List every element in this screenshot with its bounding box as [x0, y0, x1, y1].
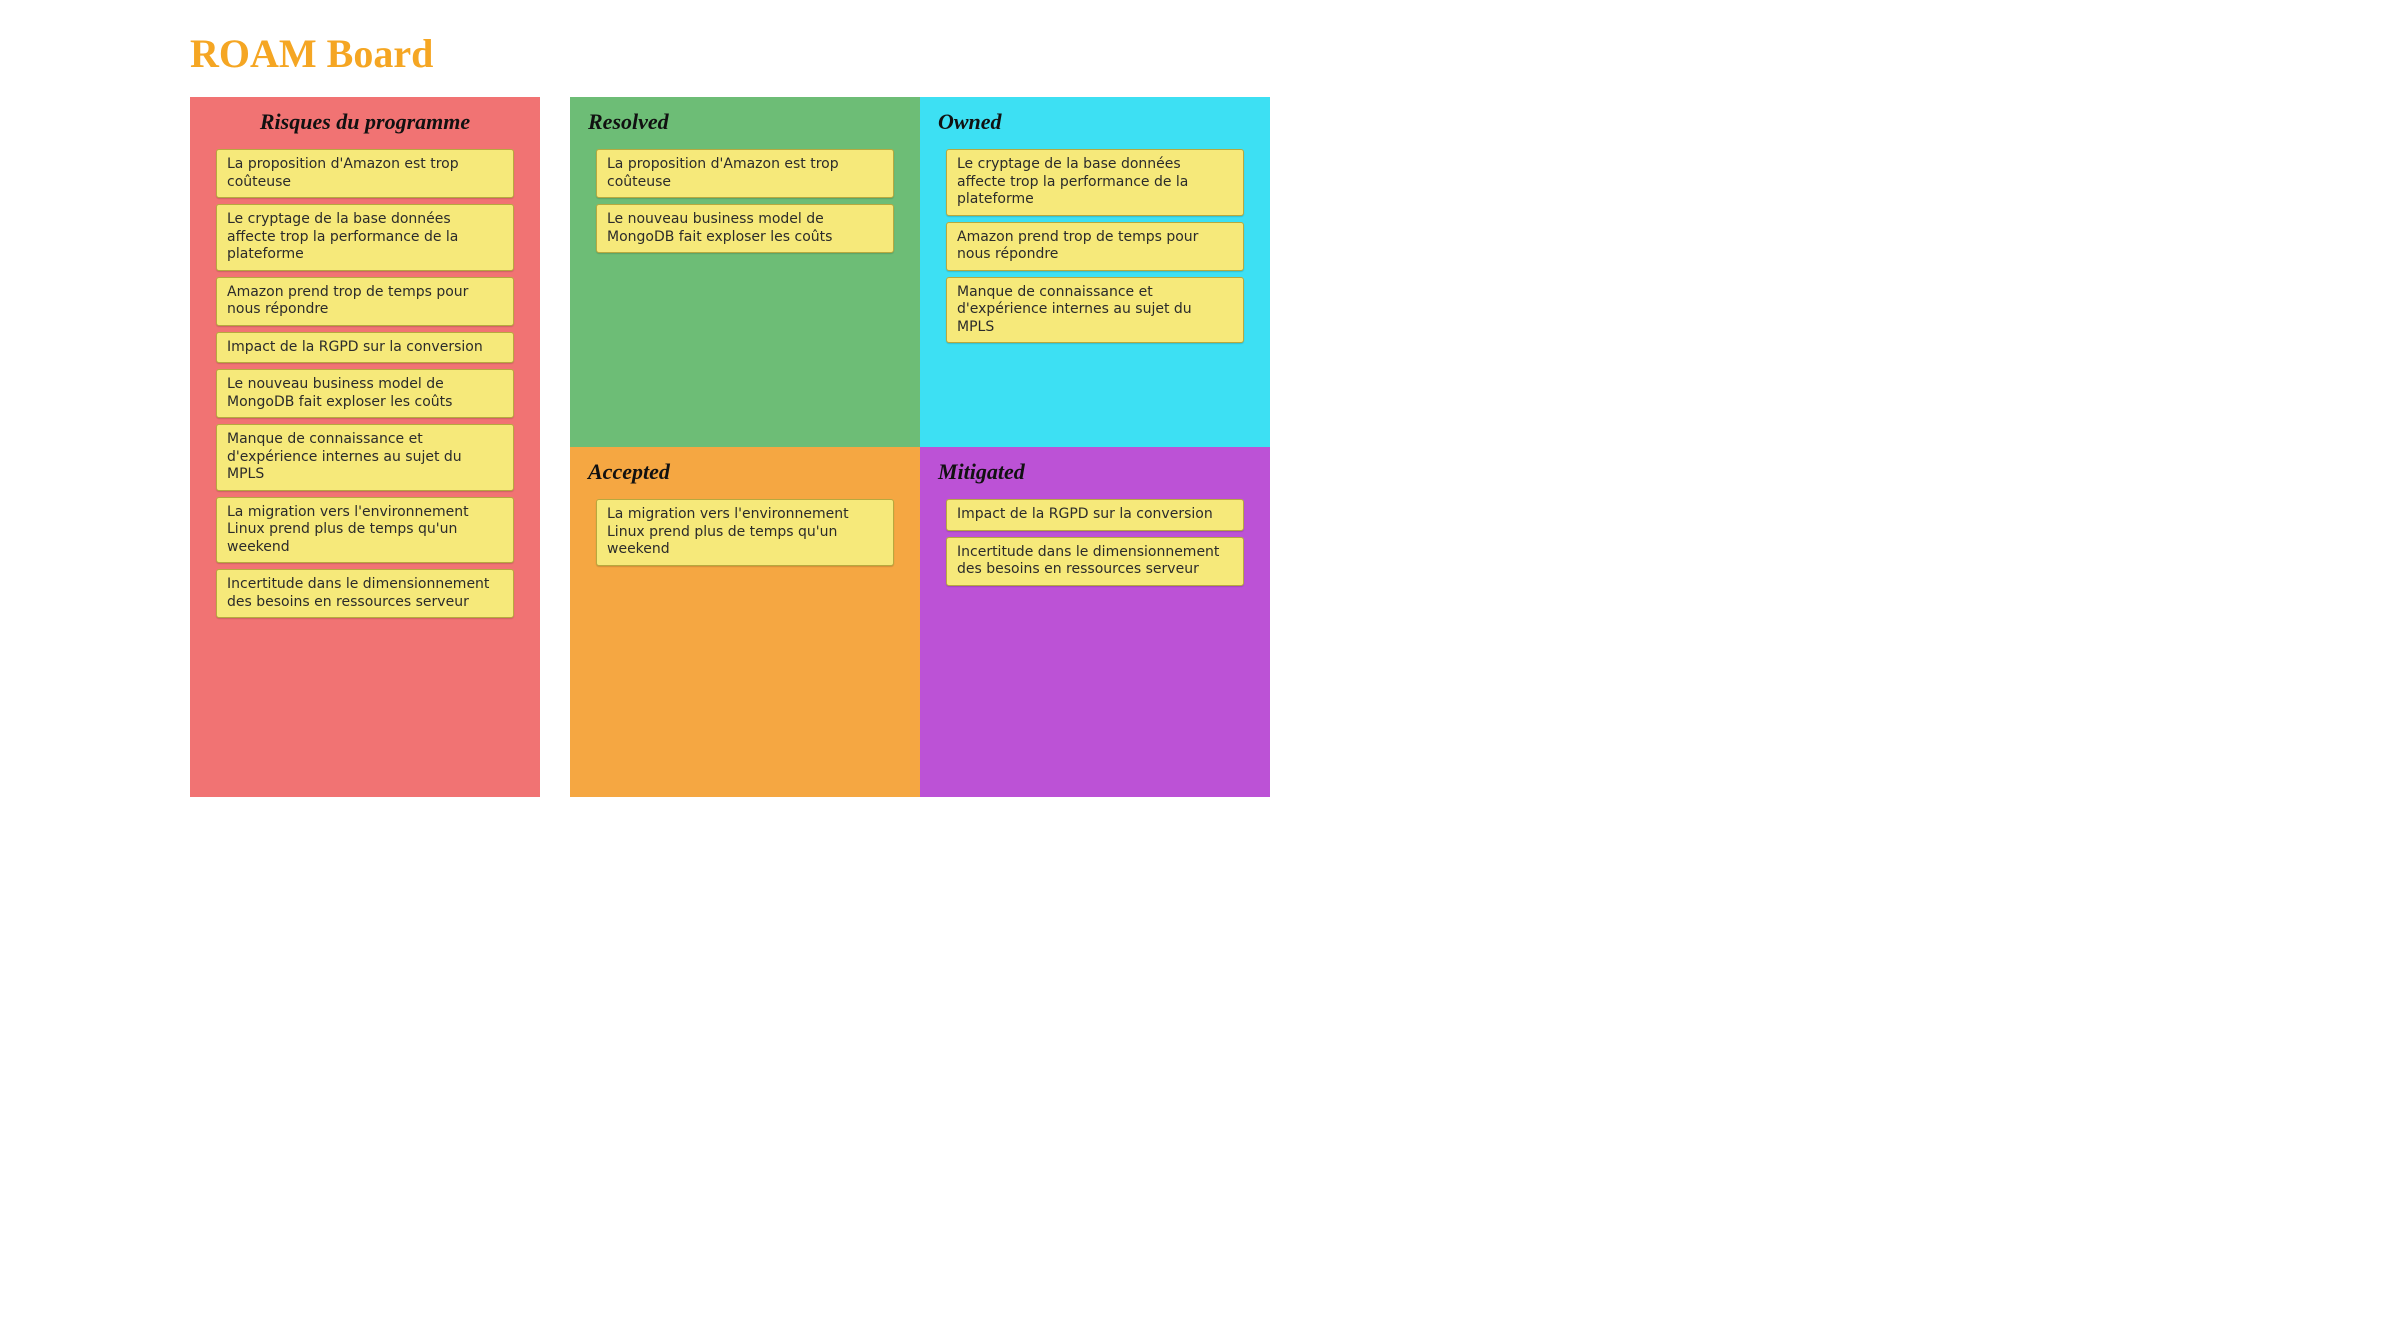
risk-card[interactable]: Amazon prend trop de temps pour nous rép… — [946, 222, 1244, 271]
risk-card[interactable]: La migration vers l'environnement Linux … — [216, 497, 514, 564]
card-list-accepted: La migration vers l'environnement Linux … — [584, 499, 906, 566]
card-list-resolved: La proposition d'Amazon est trop coûteus… — [584, 149, 906, 253]
column-header-mitigated: Mitigated — [938, 459, 1256, 485]
risk-card[interactable]: Incertitude dans le dimensionnement des … — [216, 569, 514, 618]
column-header-risques: Risques du programme — [204, 109, 526, 135]
risk-card[interactable]: Impact de la RGPD sur la conversion — [216, 332, 514, 364]
column-risques: Risques du programme La proposition d'Am… — [190, 97, 540, 797]
risk-card[interactable]: Manque de connaissance et d'expérience i… — [216, 424, 514, 491]
column-owned: Owned Le cryptage de la base données aff… — [920, 97, 1270, 447]
risk-card[interactable]: Le cryptage de la base données affecte t… — [946, 149, 1244, 216]
risk-card[interactable]: Le nouveau business model de MongoDB fai… — [216, 369, 514, 418]
roam-board: Risques du programme La proposition d'Am… — [190, 97, 2250, 797]
risk-card[interactable]: La migration vers l'environnement Linux … — [596, 499, 894, 566]
risk-card[interactable]: Manque de connaissance et d'expérience i… — [946, 277, 1244, 344]
column-accepted: Accepted La migration vers l'environneme… — [570, 447, 920, 797]
card-list-risques: La proposition d'Amazon est trop coûteus… — [204, 149, 526, 618]
risk-card[interactable]: Amazon prend trop de temps pour nous rép… — [216, 277, 514, 326]
risk-card[interactable]: Le cryptage de la base données affecte t… — [216, 204, 514, 271]
risk-card[interactable]: Incertitude dans le dimensionnement des … — [946, 537, 1244, 586]
risk-card[interactable]: La proposition d'Amazon est trop coûteus… — [216, 149, 514, 198]
column-mitigated: Mitigated Impact de la RGPD sur la conve… — [920, 447, 1270, 797]
risk-card[interactable]: Impact de la RGPD sur la conversion — [946, 499, 1244, 531]
page-title: ROAM Board — [190, 30, 2250, 77]
risk-card[interactable]: Le nouveau business model de MongoDB fai… — [596, 204, 894, 253]
column-header-owned: Owned — [938, 109, 1256, 135]
column-resolved: Resolved La proposition d'Amazon est tro… — [570, 97, 920, 447]
card-list-mitigated: Impact de la RGPD sur la conversion Ince… — [934, 499, 1256, 586]
card-list-owned: Le cryptage de la base données affecte t… — [934, 149, 1256, 343]
column-header-accepted: Accepted — [588, 459, 906, 485]
column-header-resolved: Resolved — [588, 109, 906, 135]
risk-card[interactable]: La proposition d'Amazon est trop coûteus… — [596, 149, 894, 198]
